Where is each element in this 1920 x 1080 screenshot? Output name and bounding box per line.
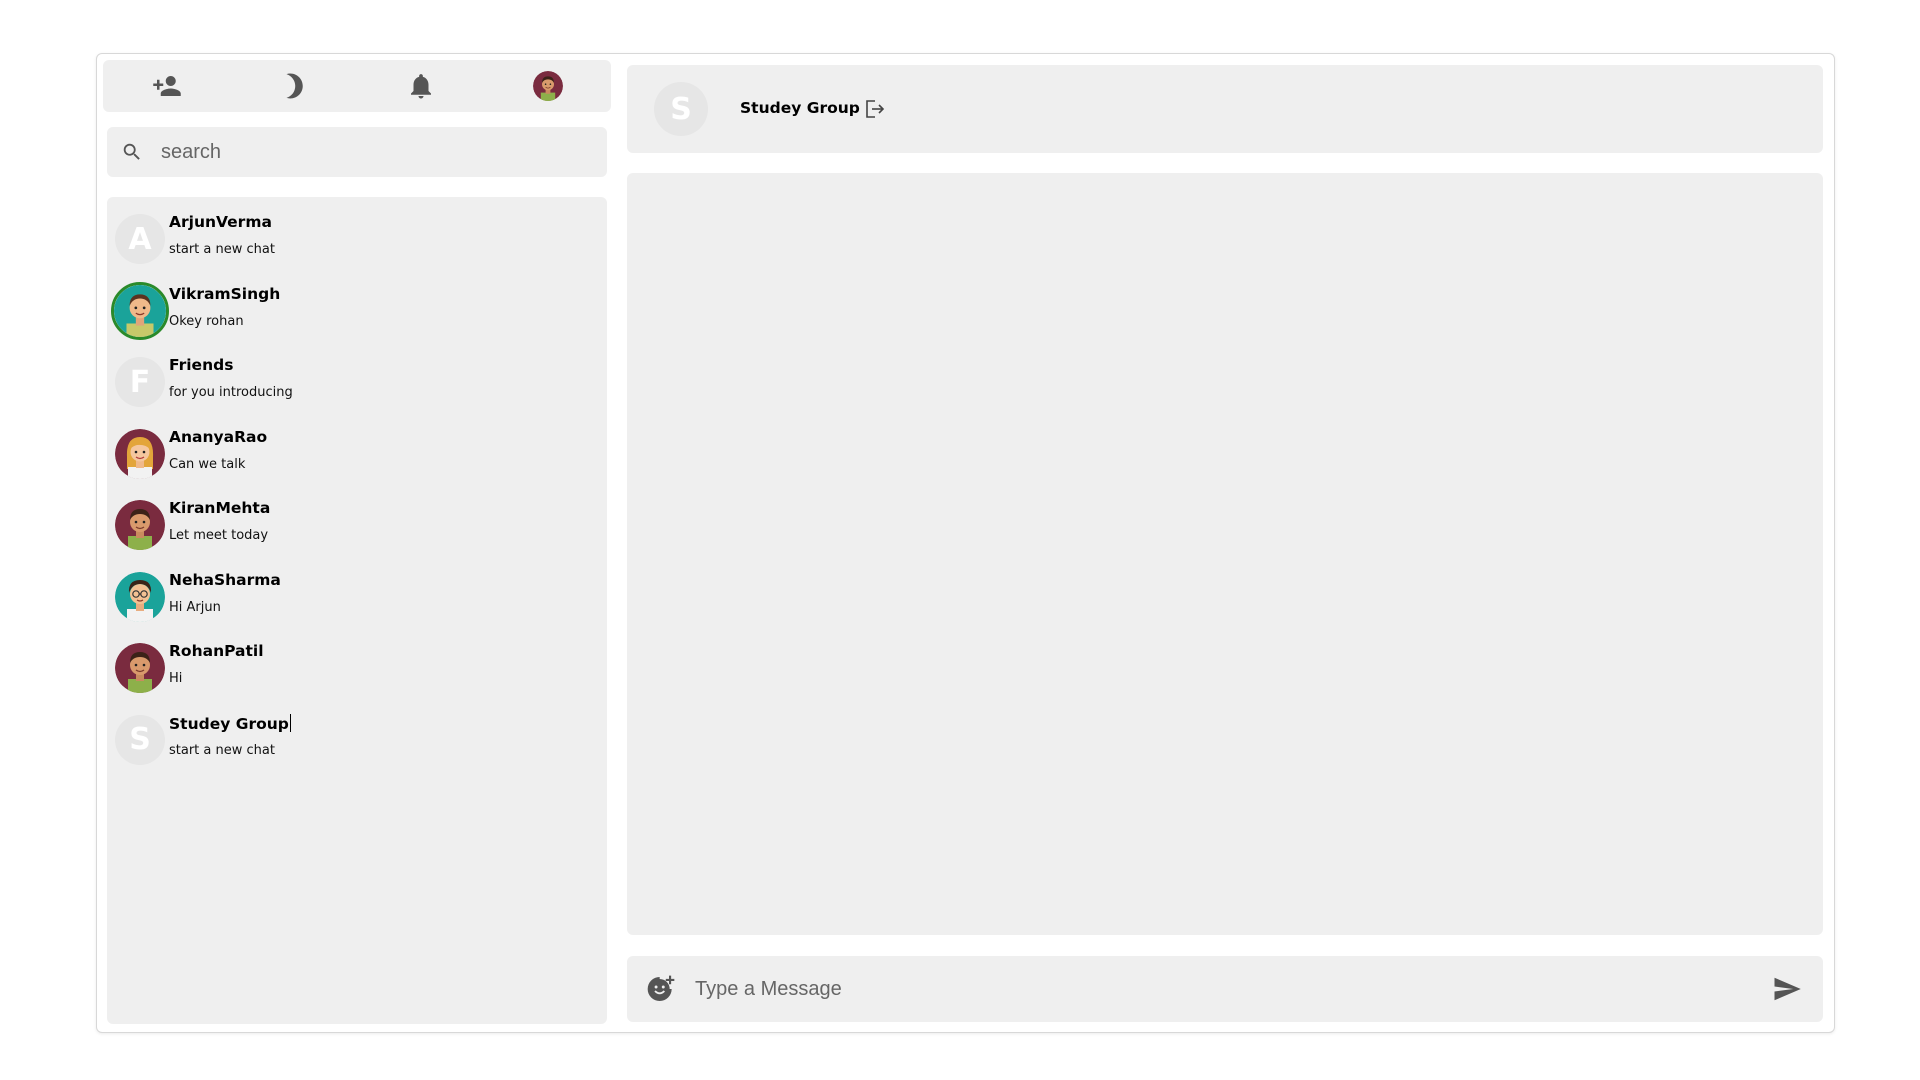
contact-name: RohanPatil <box>169 642 264 660</box>
avatar: F <box>115 357 165 407</box>
last-message: Hi Arjun <box>169 599 221 615</box>
avatar <box>115 429 165 479</box>
contact-name: VikramSingh <box>169 284 281 303</box>
contact-name: NehaSharma <box>169 570 281 589</box>
add-user-button[interactable] <box>144 63 190 109</box>
send-button[interactable] <box>1771 974 1803 1004</box>
message-area[interactable] <box>627 173 1823 935</box>
chat-avatar: S <box>654 82 708 136</box>
last-message: start a new chat <box>169 242 275 257</box>
avatar: S <box>115 714 165 765</box>
list-item[interactable]: KiranMehta Let meet today <box>107 495 607 567</box>
last-message: Okey rohan <box>169 313 244 329</box>
add-emoji-icon <box>647 975 675 1001</box>
exit-icon <box>866 100 885 118</box>
contact-name: KiranMehta <box>169 499 271 517</box>
contact-name: ArjunVerma <box>169 213 272 231</box>
sidebar-toolbar <box>103 60 611 112</box>
last-message: Let meet today <box>169 528 269 543</box>
list-item[interactable]: A ArjunVerma start a new chat <box>107 209 607 281</box>
emoji-button[interactable] <box>645 973 677 1005</box>
bell-icon <box>410 74 431 99</box>
list-item[interactable]: F Friends for you introducing <box>107 352 607 424</box>
text-cursor <box>289 713 291 732</box>
leave-group-button[interactable] <box>862 97 886 121</box>
add-user-icon <box>152 76 181 96</box>
contact-list: A ArjunVerma start a new chat VikramSing… <box>107 197 607 1024</box>
avatar <box>115 500 165 550</box>
chat-app-window: A ArjunVerma start a new chat VikramSing… <box>96 53 1835 1033</box>
search-bar <box>107 127 607 177</box>
dark-mode-button[interactable] <box>271 63 317 109</box>
profile-button[interactable] <box>525 63 571 109</box>
avatar: A <box>115 214 165 264</box>
message-input[interactable] <box>695 977 1745 1001</box>
contact-name: AnanyaRao <box>169 427 268 446</box>
last-message: start a new chat <box>169 742 275 758</box>
contact-name: Friends <box>169 356 234 374</box>
chat-header: S Studey Group <box>627 65 1823 153</box>
notifications-button[interactable] <box>398 63 444 109</box>
contact-name: Studey Group <box>169 713 291 733</box>
list-item[interactable]: VikramSingh Okey rohan <box>107 281 607 353</box>
search-icon <box>123 143 140 160</box>
avatar <box>115 643 165 693</box>
avatar <box>111 281 169 340</box>
last-message: for you introducing <box>169 385 293 400</box>
send-icon <box>1774 977 1801 1001</box>
list-item[interactable]: S Studey Group start a new chat <box>107 710 607 782</box>
list-item[interactable]: RohanPatil Hi <box>107 638 607 710</box>
message-composer <box>627 956 1823 1022</box>
chat-title: Studey Group <box>740 99 860 117</box>
profile-avatar <box>533 71 563 101</box>
list-item[interactable]: NehaSharma Hi Arjun <box>107 567 607 639</box>
search-input[interactable] <box>161 140 601 164</box>
moon-icon <box>286 73 303 99</box>
avatar <box>115 572 165 622</box>
last-message: Can we talk <box>169 456 246 472</box>
list-item[interactable]: AnanyaRao Can we talk <box>107 424 607 496</box>
last-message: Hi <box>169 671 183 686</box>
